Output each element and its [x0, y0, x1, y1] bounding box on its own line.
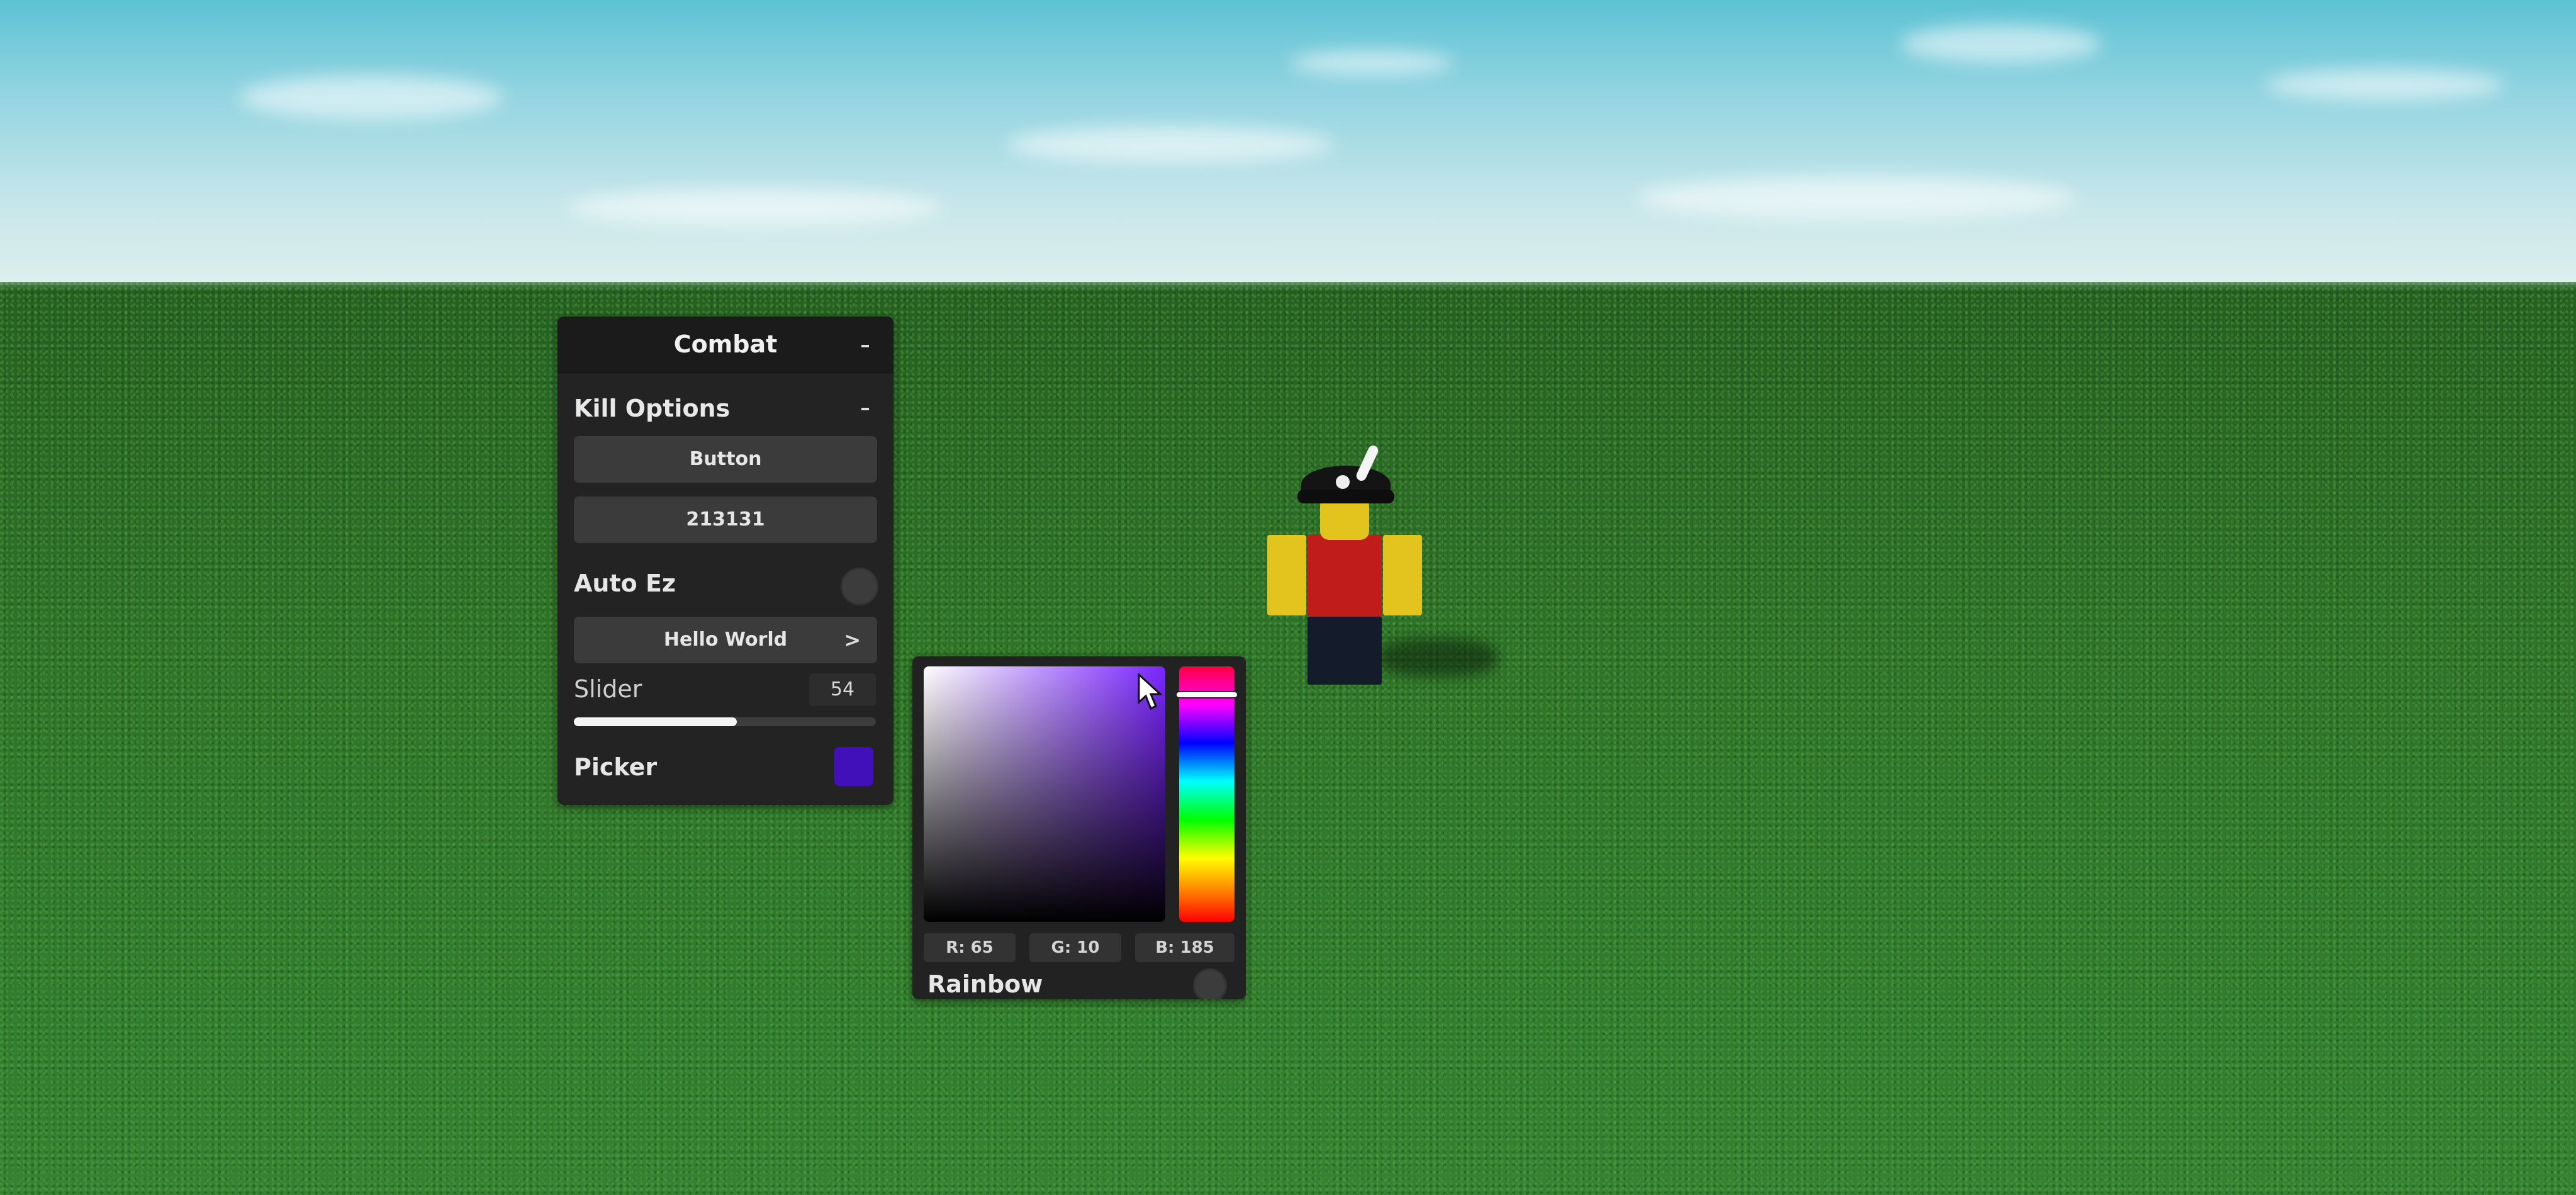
character-head — [1320, 497, 1369, 540]
toggle-label: Auto Ez — [574, 569, 676, 597]
panel-title: Combat — [673, 330, 778, 358]
skull-emblem-icon — [1336, 475, 1350, 489]
dropdown-button[interactable]: Hello World > — [574, 617, 877, 663]
slider-track[interactable] — [574, 717, 876, 726]
hue-bar[interactable] — [1179, 666, 1235, 922]
blue-value[interactable]: B: 185 — [1135, 933, 1235, 962]
section-title: Kill Options — [574, 395, 731, 422]
horizon — [0, 277, 2576, 289]
saturation-value-area[interactable] — [924, 666, 1165, 922]
character-left-arm — [1267, 535, 1306, 615]
slider-fill[interactable] — [574, 717, 737, 726]
panel-header[interactable]: Combat — [557, 317, 893, 373]
rainbow-label: Rainbow — [927, 970, 1043, 998]
color-swatch[interactable] — [834, 747, 873, 786]
rainbow-toggle[interactable] — [1193, 968, 1227, 999]
character-torso — [1308, 535, 1382, 617]
section-header-kill-options[interactable]: Kill Options — [557, 378, 893, 439]
chevron-up-icon[interactable] — [856, 337, 875, 356]
character-shadow — [1378, 639, 1498, 676]
combat-panel: Combat Kill Options Button 213131 Auto E… — [557, 317, 893, 805]
green-value[interactable]: G: 10 — [1029, 933, 1121, 962]
grass-baseplate — [0, 282, 2576, 1195]
character-legs — [1308, 617, 1382, 685]
dropdown-label: Hello World — [663, 629, 788, 651]
button[interactable]: Button — [574, 436, 877, 483]
slider-value[interactable]: 54 — [809, 673, 876, 706]
game-world — [0, 0, 2576, 1195]
color-picker-popup: R: 65 G: 10 B: 185 Rainbow — [912, 656, 1246, 999]
sky — [0, 0, 2576, 289]
slider-label: Slider — [574, 675, 642, 703]
picker-label: Picker — [574, 753, 658, 781]
hue-marker[interactable] — [1177, 692, 1237, 697]
pirate-hat-brim — [1297, 490, 1394, 503]
textbox-input[interactable]: 213131 — [574, 497, 877, 543]
character-right-arm — [1383, 535, 1422, 615]
mouse-cursor-icon — [1138, 673, 1163, 710]
chevron-up-icon[interactable] — [856, 400, 875, 418]
auto-ez-toggle[interactable] — [841, 568, 878, 605]
chevron-right-icon: > — [844, 628, 861, 652]
red-value[interactable]: R: 65 — [924, 933, 1016, 962]
